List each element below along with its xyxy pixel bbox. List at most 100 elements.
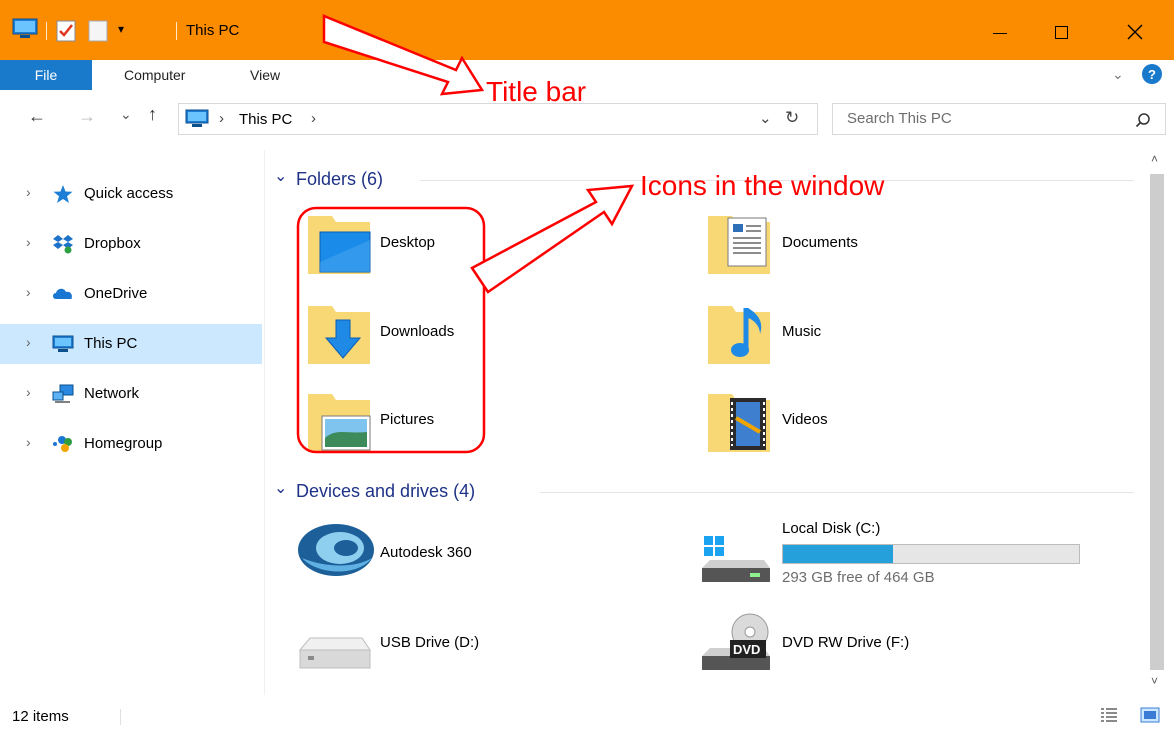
downloads-folder-icon bbox=[308, 306, 370, 364]
collapse-group-chevron-icon[interactable]: ⌄ bbox=[274, 166, 287, 186]
item-count: 12 items bbox=[12, 708, 69, 725]
window-title: This PC bbox=[186, 22, 240, 39]
folder-label: Videos bbox=[782, 411, 828, 428]
scrollbar-thumb[interactable] bbox=[1150, 174, 1164, 670]
navigation-bar: ← → ⌄ ↑ › This PC › ⌄ ↻ Search This PC bbox=[0, 96, 1174, 142]
status-bar: 12 items bbox=[0, 703, 1174, 731]
videos-folder-icon bbox=[708, 394, 770, 452]
sidebar-item-label: OneDrive bbox=[84, 285, 148, 302]
sidebar-item-this-pc[interactable]: › This PC bbox=[0, 324, 262, 364]
this-pc-icon[interactable] bbox=[12, 18, 38, 40]
pane-divider[interactable] bbox=[264, 150, 265, 695]
search-input[interactable]: Search This PC bbox=[847, 110, 952, 127]
close-button[interactable] bbox=[1120, 20, 1150, 44]
sidebar-item-label: Homegroup bbox=[84, 435, 163, 452]
network-icon bbox=[52, 384, 74, 403]
folders-header[interactable]: Folders (6) bbox=[296, 169, 383, 190]
devices-header[interactable]: Devices and drives (4) bbox=[296, 481, 475, 502]
search-icon bbox=[1135, 113, 1150, 128]
folder-label: Music bbox=[782, 323, 822, 340]
details-view-icon[interactable] bbox=[1100, 707, 1118, 723]
dvd-badge: DVD bbox=[733, 642, 761, 657]
minimize-icon bbox=[993, 32, 1007, 34]
expand-chevron-icon[interactable]: › bbox=[26, 434, 31, 450]
drive-label: Local Disk (C:) bbox=[782, 520, 881, 537]
autodesk-icon bbox=[298, 524, 374, 576]
drive-free-space: 293 GB free of 464 GB bbox=[782, 569, 935, 586]
sidebar-item-label: Quick access bbox=[84, 185, 174, 202]
customize-toolbar-dropdown-icon[interactable]: ▾ bbox=[118, 22, 124, 36]
disk-usage-fill bbox=[783, 545, 893, 563]
close-icon bbox=[1127, 24, 1143, 40]
toolbar-separator bbox=[176, 22, 177, 40]
breadcrumb-this-pc[interactable]: This PC bbox=[239, 111, 292, 128]
recent-locations-button[interactable]: ⌄ bbox=[120, 106, 132, 123]
forward-button[interactable]: → bbox=[78, 106, 96, 127]
ribbon-tabs: File Computer View ⌄ ? bbox=[0, 60, 1174, 90]
computer-icon bbox=[185, 109, 209, 129]
documents-folder-icon bbox=[708, 216, 770, 274]
sidebar-item-network[interactable]: › Network bbox=[0, 374, 262, 414]
sidebar-item-homegroup[interactable]: › Homegroup bbox=[0, 424, 262, 464]
computer-icon bbox=[52, 335, 74, 352]
drive-label: DVD RW Drive (F:) bbox=[782, 634, 910, 651]
title-bar[interactable]: ▾ This PC bbox=[0, 0, 1174, 60]
sidebar-item-dropbox[interactable]: › Dropbox bbox=[0, 224, 262, 264]
maximize-icon bbox=[1054, 25, 1068, 39]
status-divider bbox=[120, 709, 121, 725]
sidebar-item-quick-access[interactable]: › Quick access bbox=[0, 174, 262, 214]
drive-label: Autodesk 360 bbox=[380, 544, 472, 561]
usb-drive-icon bbox=[298, 637, 371, 669]
vertical-scrollbar[interactable]: ˄ ˅ bbox=[1146, 150, 1168, 695]
folder-label: Downloads bbox=[380, 323, 455, 340]
drive-label: USB Drive (D:) bbox=[380, 634, 480, 651]
expand-ribbon-icon[interactable]: ⌄ bbox=[1112, 66, 1124, 83]
expand-chevron-icon[interactable]: › bbox=[26, 334, 31, 350]
up-button[interactable]: ↑ bbox=[148, 104, 157, 125]
address-history-dropdown-icon[interactable]: ⌄ bbox=[759, 109, 772, 127]
properties-icon[interactable] bbox=[56, 20, 76, 42]
expand-chevron-icon[interactable]: › bbox=[26, 284, 31, 300]
cloud-icon bbox=[53, 288, 72, 299]
star-icon bbox=[53, 185, 73, 203]
search-box[interactable]: Search This PC bbox=[832, 103, 1166, 135]
tab-view[interactable]: View bbox=[250, 67, 280, 83]
breadcrumb-separator[interactable]: › bbox=[219, 110, 224, 127]
new-folder-icon[interactable] bbox=[88, 20, 108, 42]
group-divider bbox=[540, 492, 1134, 493]
maximize-button[interactable] bbox=[1046, 20, 1076, 44]
help-icon[interactable]: ? bbox=[1142, 64, 1162, 84]
annotation-icons: Icons in the window bbox=[640, 170, 885, 201]
annotation-title-bar: Title bar bbox=[486, 76, 587, 107]
dropbox-icon bbox=[53, 235, 73, 254]
scroll-down-arrow-icon[interactable]: ˅ bbox=[1151, 674, 1158, 688]
disk-usage-bar bbox=[782, 544, 1080, 564]
expand-chevron-icon[interactable]: › bbox=[26, 384, 31, 400]
navigation-pane: › Quick access › Dropbox › OneDrive › Th… bbox=[0, 150, 262, 695]
expand-chevron-icon[interactable]: › bbox=[26, 184, 31, 200]
sidebar-item-label: Network bbox=[84, 385, 140, 402]
sidebar-item-label: This PC bbox=[84, 335, 138, 352]
large-icons-view-icon[interactable] bbox=[1140, 707, 1160, 723]
music-folder-icon bbox=[708, 306, 770, 364]
scroll-up-arrow-icon[interactable]: ˄ bbox=[1151, 152, 1158, 166]
icons-arrow bbox=[470, 184, 635, 294]
tab-computer[interactable]: Computer bbox=[124, 67, 185, 83]
folder-label: Pictures bbox=[380, 411, 435, 428]
refresh-icon[interactable]: ↻ bbox=[785, 108, 799, 128]
expand-chevron-icon[interactable]: › bbox=[26, 234, 31, 250]
sidebar-item-onedrive[interactable]: › OneDrive bbox=[0, 274, 262, 314]
desktop-folder-icon bbox=[308, 216, 371, 274]
back-button[interactable]: ← bbox=[28, 106, 46, 127]
folder-label: Documents bbox=[782, 234, 858, 251]
folder-label: Desktop bbox=[380, 234, 436, 251]
toolbar-separator bbox=[46, 22, 47, 40]
minimize-button[interactable] bbox=[985, 20, 1015, 44]
collapse-group-chevron-icon[interactable]: ⌄ bbox=[274, 478, 287, 498]
tab-file[interactable]: File bbox=[0, 60, 92, 90]
pictures-folder-icon bbox=[308, 394, 371, 452]
homegroup-icon bbox=[53, 436, 72, 452]
hard-drive-icon bbox=[702, 536, 770, 582]
breadcrumb-separator[interactable]: › bbox=[311, 110, 316, 127]
sidebar-item-label: Dropbox bbox=[84, 235, 141, 252]
